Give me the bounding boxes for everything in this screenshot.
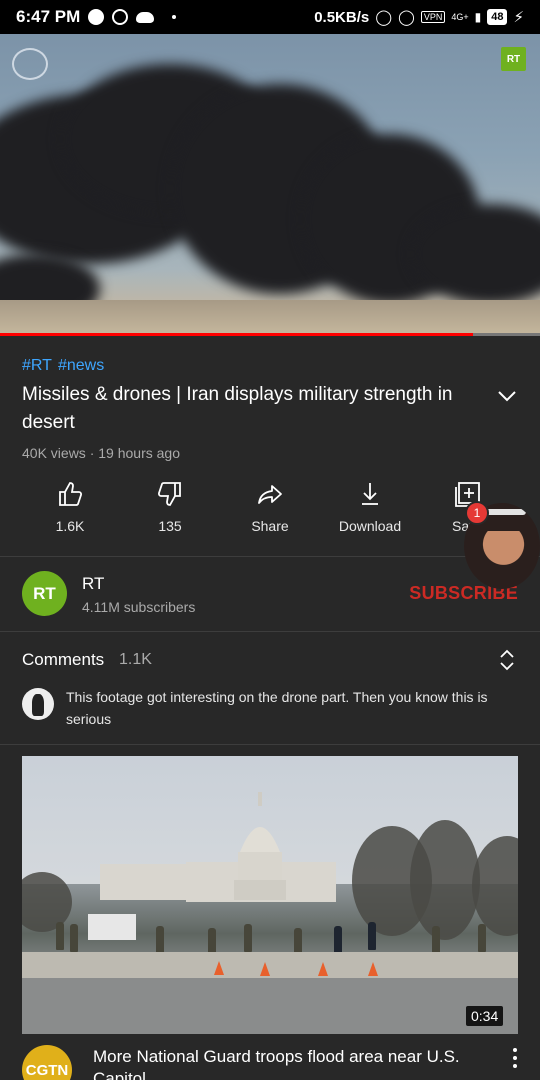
thumb-soldier	[478, 924, 486, 952]
commenter-avatar	[22, 688, 54, 720]
thumb-down-icon	[157, 482, 181, 506]
chevron-down-icon[interactable]	[497, 388, 517, 404]
signal-icon: ▮	[474, 10, 482, 24]
thumb-truck	[88, 914, 136, 940]
share-label: Share	[251, 518, 289, 534]
download-icon	[362, 483, 378, 505]
thumb-traffic-cone	[318, 962, 328, 976]
action-bar: 1.6K 135 Share Download Save	[20, 480, 520, 544]
subscriber-count: 4.11M subscribers	[82, 599, 196, 615]
thumb-soldier	[156, 926, 164, 954]
expand-collapse-icon[interactable]	[498, 649, 516, 671]
channel-name[interactable]: RT	[82, 574, 104, 594]
capitol-dome	[234, 792, 286, 900]
battery-icon: 48	[487, 9, 508, 25]
like-button[interactable]: 1.6K	[20, 480, 120, 542]
watermark-logo	[12, 48, 48, 80]
thumb-tree	[22, 872, 72, 932]
notification-app-icon	[88, 9, 105, 25]
related-video-thumbnail[interactable]	[22, 756, 518, 1034]
comments-count: 1.1K	[119, 651, 152, 668]
headphones-icon: ◯	[375, 9, 393, 26]
video-title: Missiles & drones | Iran displays milita…	[22, 384, 453, 433]
chat-head-badge: 1	[465, 501, 489, 525]
vpn-icon: VPN	[420, 11, 446, 23]
download-label: Download	[338, 518, 402, 534]
channel-avatar[interactable]: RT	[22, 571, 67, 616]
download-button[interactable]: Download	[320, 480, 420, 542]
more-options-icon[interactable]	[508, 1048, 522, 1074]
share-button[interactable]: Share	[220, 480, 320, 542]
alarm-off-icon: ◯	[398, 9, 415, 26]
share-icon	[258, 485, 282, 504]
thumb-soldier	[368, 922, 376, 950]
thumb-traffic-cone	[214, 961, 224, 975]
thumb-tree	[410, 820, 480, 940]
thumb-up-icon	[59, 482, 83, 506]
related-channel-avatar[interactable]: CGTN	[22, 1045, 72, 1080]
top-comment-text[interactable]: This footage got interesting on the dron…	[66, 686, 516, 730]
video-progress-fill	[0, 333, 473, 336]
video-duration-badge: 0:34	[466, 1006, 504, 1026]
thumb-building	[100, 864, 186, 900]
hashtags: #RT #news	[22, 357, 110, 375]
more-notifications-icon	[172, 15, 177, 19]
thumb-tree	[472, 836, 518, 936]
desert-ground	[0, 300, 540, 336]
video-meta: 40K views · 19 hours ago	[22, 445, 180, 461]
status-bar: 6:47 PM 0.5KB/s ◯ ◯ VPN 4G+ ▮ 48 ⚡	[0, 0, 540, 34]
divider	[0, 631, 540, 632]
dislike-count: 135	[158, 518, 182, 534]
divider	[0, 556, 540, 557]
video-player[interactable]: RT	[0, 34, 540, 336]
charging-icon: ⚡	[513, 9, 524, 26]
thumb-soldier	[70, 924, 78, 952]
thumb-soldier	[432, 926, 440, 954]
thumb-soldier	[56, 922, 64, 950]
status-time: 6:47 PM	[16, 7, 81, 26]
thumb-jersey-barrier	[22, 952, 518, 978]
cloud-icon	[136, 11, 155, 23]
related-video-title[interactable]: More National Guard troops flood area ne…	[93, 1046, 493, 1080]
messenger-icon	[112, 9, 129, 25]
like-count: 1.6K	[55, 518, 85, 534]
rt-watermark-badge: RT	[501, 47, 526, 71]
thumb-road	[22, 978, 518, 1034]
comments-header[interactable]: Comments	[22, 650, 104, 670]
thumb-traffic-cone	[260, 962, 270, 976]
thumb-soldier	[244, 924, 252, 952]
thumb-traffic-cone	[368, 962, 378, 976]
hashtag-link[interactable]: #news	[58, 357, 104, 374]
thumb-soldier	[334, 926, 342, 954]
network-speed: 0.5KB/s	[314, 8, 370, 26]
video-progress-bar[interactable]	[0, 333, 540, 336]
status-left: 6:47 PM	[16, 7, 177, 27]
hashtag-link[interactable]: #RT	[22, 357, 52, 374]
network-type: 4G+	[451, 12, 469, 22]
divider	[0, 744, 540, 745]
status-right: 0.5KB/s ◯ ◯ VPN 4G+ ▮ 48 ⚡	[314, 8, 524, 27]
dislike-button[interactable]: 135	[120, 480, 220, 542]
